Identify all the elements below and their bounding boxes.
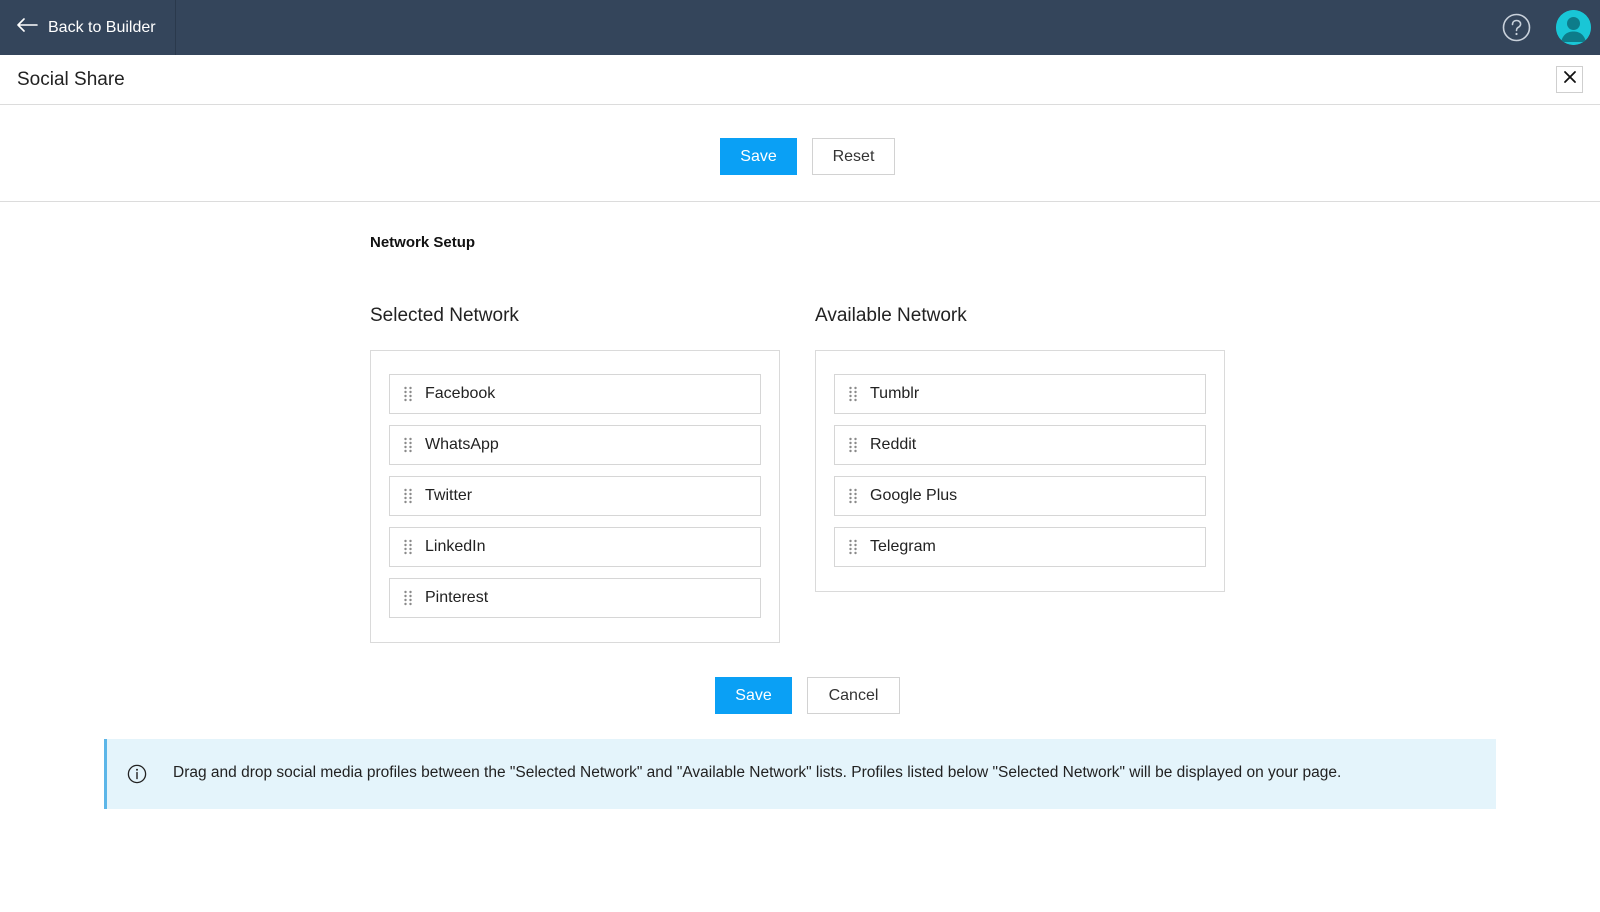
cancel-button[interactable]: Cancel bbox=[807, 677, 900, 714]
list-item-label: Facebook bbox=[425, 385, 496, 402]
info-banner: Drag and drop social media profiles betw… bbox=[104, 739, 1496, 809]
list-item-label: LinkedIn bbox=[425, 538, 486, 555]
list-item-label: Google Plus bbox=[870, 487, 958, 504]
help-circle-icon[interactable] bbox=[1502, 13, 1531, 42]
list-item-label: Twitter bbox=[425, 487, 473, 504]
list-item-linkedin[interactable]: LinkedIn bbox=[389, 527, 761, 567]
list-item-label: Tumblr bbox=[870, 385, 920, 402]
selected-network-list[interactable]: Facebook WhatsApp Twitter LinkedIn Pinte… bbox=[370, 350, 780, 643]
page-title: Social Share bbox=[17, 69, 125, 90]
back-to-builder-label: Back to Builder bbox=[48, 18, 156, 36]
drag-handle-icon[interactable] bbox=[848, 488, 858, 504]
top-toolbar: Save Reset bbox=[0, 105, 1600, 202]
list-item-label: Telegram bbox=[870, 538, 936, 555]
list-item-twitter[interactable]: Twitter bbox=[389, 476, 761, 516]
save-button-bottom[interactable]: Save bbox=[715, 677, 792, 714]
list-item-reddit[interactable]: Reddit bbox=[834, 425, 1206, 465]
top-bar: Back to Builder bbox=[0, 0, 1600, 55]
back-to-builder-button[interactable]: Back to Builder bbox=[0, 0, 176, 55]
drag-handle-icon[interactable] bbox=[403, 488, 413, 504]
available-network-title: Available Network bbox=[815, 305, 967, 326]
drag-handle-icon[interactable] bbox=[848, 539, 858, 555]
selected-network-title: Selected Network bbox=[370, 305, 519, 326]
drag-handle-icon[interactable] bbox=[403, 386, 413, 402]
close-button[interactable] bbox=[1556, 66, 1583, 93]
arrow-left-icon bbox=[16, 18, 38, 37]
list-item-label: Pinterest bbox=[425, 589, 489, 606]
drag-handle-icon[interactable] bbox=[403, 437, 413, 453]
drag-handle-icon[interactable] bbox=[848, 437, 858, 453]
title-bar: Social Share bbox=[0, 55, 1600, 105]
list-item-tumblr[interactable]: Tumblr bbox=[834, 374, 1206, 414]
drag-handle-icon[interactable] bbox=[403, 539, 413, 555]
list-item-telegram[interactable]: Telegram bbox=[834, 527, 1206, 567]
drag-handle-icon[interactable] bbox=[848, 386, 858, 402]
network-setup-heading: Network Setup bbox=[370, 234, 476, 251]
save-button-top[interactable]: Save bbox=[720, 138, 797, 175]
info-text: Drag and drop social media profiles betw… bbox=[173, 764, 1342, 781]
list-item-google-plus[interactable]: Google Plus bbox=[834, 476, 1206, 516]
list-item-label: WhatsApp bbox=[425, 436, 499, 453]
list-item-facebook[interactable]: Facebook bbox=[389, 374, 761, 414]
close-icon bbox=[1563, 70, 1577, 89]
available-network-list[interactable]: Tumblr Reddit Google Plus Telegram bbox=[815, 350, 1225, 592]
list-item-whatsapp[interactable]: WhatsApp bbox=[389, 425, 761, 465]
drag-handle-icon[interactable] bbox=[403, 590, 413, 606]
user-avatar-icon[interactable] bbox=[1556, 10, 1591, 45]
list-item-label: Reddit bbox=[870, 436, 917, 453]
reset-button[interactable]: Reset bbox=[812, 138, 895, 175]
list-item-pinterest[interactable]: Pinterest bbox=[389, 578, 761, 618]
info-icon bbox=[127, 764, 147, 784]
